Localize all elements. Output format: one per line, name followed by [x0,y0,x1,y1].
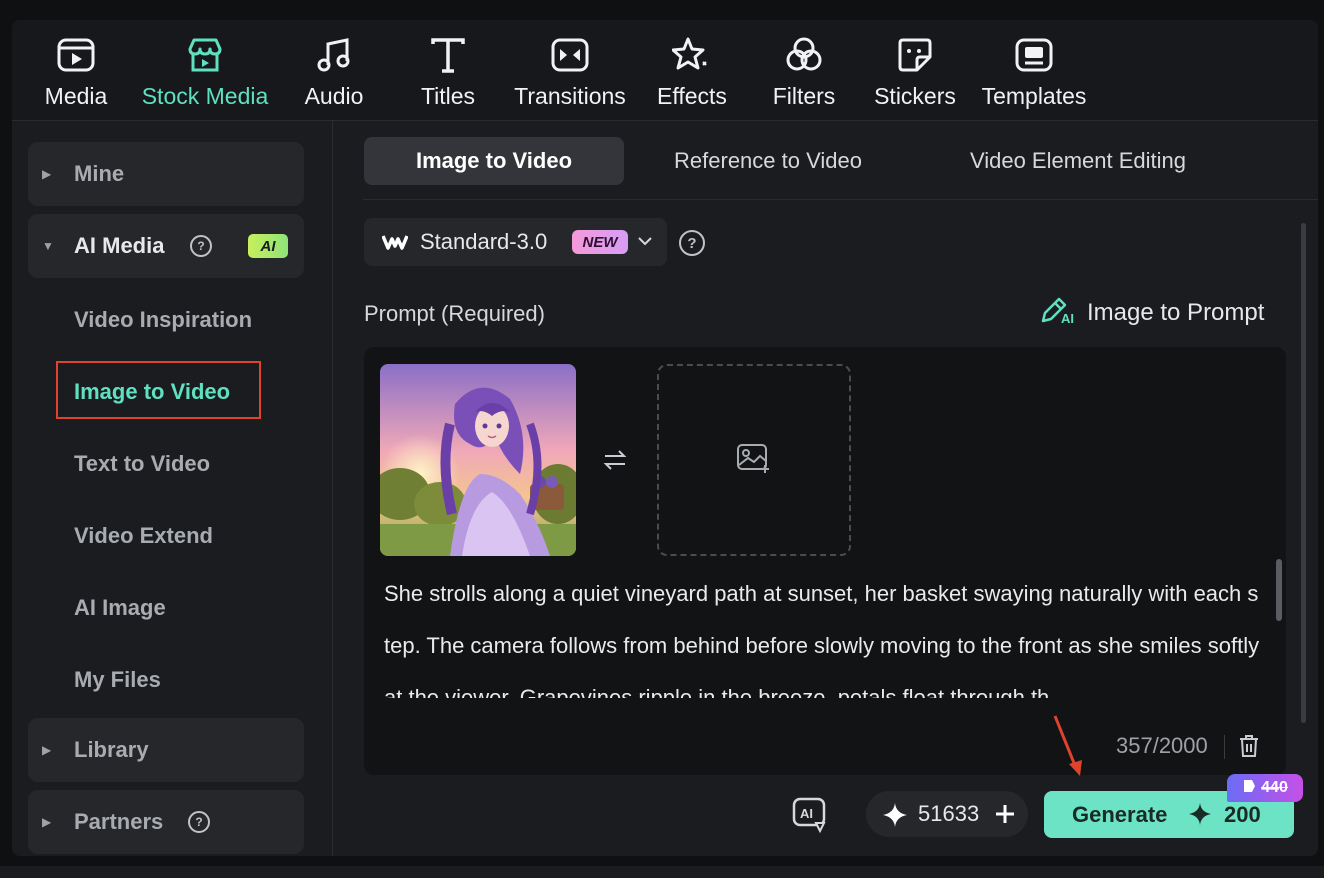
sparkle-icon [1188,802,1212,832]
add-credits-icon[interactable] [994,803,1016,830]
toolbar-stickers[interactable]: Stickers [870,34,960,112]
templates-icon [1013,34,1055,76]
help-icon[interactable]: ? [679,230,705,256]
toolbar-effects[interactable]: Effects [650,34,734,112]
toolbar-label: Titles [420,83,476,109]
sidebar: ▶ Mine ▼ AI Media ? AI Video Inspiration… [12,121,333,856]
top-toolbar: Media Stock Media Audio Titles Transitio… [12,20,1318,121]
toolbar-label: Filters [772,83,836,109]
toolbar-label: Media [44,83,108,109]
trash-icon[interactable] [1238,734,1260,763]
annotation-arrow-icon [1053,715,1082,776]
caret-right-icon: ▶ [42,815,52,829]
highlight-box [56,361,261,419]
caret-right-icon: ▶ [42,167,52,181]
tab-reference-to-video[interactable]: Reference to Video [643,137,893,185]
generate-cost: 200 [1224,801,1261,827]
toolbar-label: Audio [304,83,364,109]
credits-balance[interactable]: 51633 [866,791,1028,837]
music-note-icon [313,34,355,76]
toolbar-titles[interactable]: Titles [408,34,488,112]
original-price: 440 [1261,779,1288,796]
sidebar-item-my-files[interactable]: My Files [74,667,161,693]
sidebar-item-video-extend[interactable]: Video Extend [74,523,213,549]
toolbar-transitions[interactable]: Transitions [510,34,630,112]
sparkle-effects-icon [671,34,713,76]
svg-text:AI: AI [800,806,813,821]
image-to-prompt-label: Image to Prompt [1087,299,1265,326]
ai-assist-icon[interactable]: AI [792,797,832,838]
toolbar-label: Transitions [514,83,626,109]
sidebar-item-ai-image[interactable]: AI Image [74,595,166,621]
help-icon[interactable]: ? [188,811,210,833]
sidebar-group-label: AI Media [74,233,165,258]
app-window: Media Stock Media Audio Titles Transitio… [12,20,1318,856]
stock-media-icon [184,34,226,76]
tab-image-to-video[interactable]: Image to Video [364,137,624,185]
new-badge: NEW [572,230,628,254]
toolbar-media[interactable]: Media [34,34,118,112]
sidebar-group-label: Library [74,737,149,762]
transitions-icon [549,34,591,76]
divider [363,199,1318,200]
sidebar-item-text-to-video[interactable]: Text to Video [74,451,210,477]
prompt-label: Prompt (Required) [364,301,545,326]
sidebar-group-mine[interactable]: ▶ Mine [28,142,304,206]
caret-right-icon: ▶ [42,743,52,757]
prompt-scrollbar[interactable] [1276,559,1282,621]
toolbar-label: Templates [981,83,1087,109]
toolbar-templates[interactable]: Templates [978,34,1090,112]
sidebar-group-ai-media[interactable]: ▼ AI Media ? AI [28,214,304,278]
discount-price-tag: 440 [1227,774,1303,802]
caret-down-icon: ▼ [42,239,54,253]
add-end-frame-dropzone[interactable] [657,364,851,556]
divider [1224,735,1225,759]
sidebar-group-label: Mine [74,161,125,186]
char-count: 357/2000 [1116,733,1208,758]
model-name: Standard-3.0 [420,229,548,254]
toolbar-label: Effects [657,83,727,109]
prompt-textarea[interactable]: She strolls along a quiet vineyard path … [384,568,1264,698]
sidebar-group-partners[interactable]: ▶ Partners ? [28,790,304,854]
tag-icon [1242,778,1256,799]
main-panel: Image to Video Reference to Video Video … [333,121,1318,856]
sticker-icon [894,34,936,76]
swap-icon[interactable] [602,447,628,480]
sidebar-group-library[interactable]: ▶ Library [28,718,304,782]
model-logo-icon [381,232,409,257]
help-icon[interactable]: ? [190,235,212,257]
sidebar-item-video-inspiration[interactable]: Video Inspiration [74,307,252,333]
toolbar-filters[interactable]: Filters [764,34,844,112]
credits-value: 51633 [918,801,980,826]
sparkle-icon [882,802,908,833]
generate-label: Generate [1072,801,1168,827]
toolbar-stock-media[interactable]: Stock Media [138,34,272,112]
ai-pen-icon: AI [1039,295,1077,332]
panel-scrollbar[interactable] [1301,223,1306,723]
uploaded-image-thumbnail[interactable] [380,364,576,556]
media-icon [55,34,97,76]
toolbar-audio[interactable]: Audio [294,34,374,112]
text-icon [427,34,469,76]
tab-video-element-editing[interactable]: Video Element Editing [933,137,1223,185]
ai-badge: AI [248,234,288,258]
filters-icon [783,34,825,76]
bottom-strip [0,866,1324,878]
toolbar-label: Stock Media [141,83,269,109]
prompt-box: She strolls along a quiet vineyard path … [364,347,1286,775]
model-selector[interactable]: Standard-3.0 NEW [364,218,667,266]
toolbar-label: Stickers [874,83,956,109]
svg-text:AI: AI [1061,311,1074,325]
add-image-icon [736,443,772,478]
sidebar-group-label: Partners [74,809,164,834]
image-to-prompt-button[interactable]: AI Image to Prompt [1039,297,1264,329]
chevron-down-icon [636,232,654,255]
